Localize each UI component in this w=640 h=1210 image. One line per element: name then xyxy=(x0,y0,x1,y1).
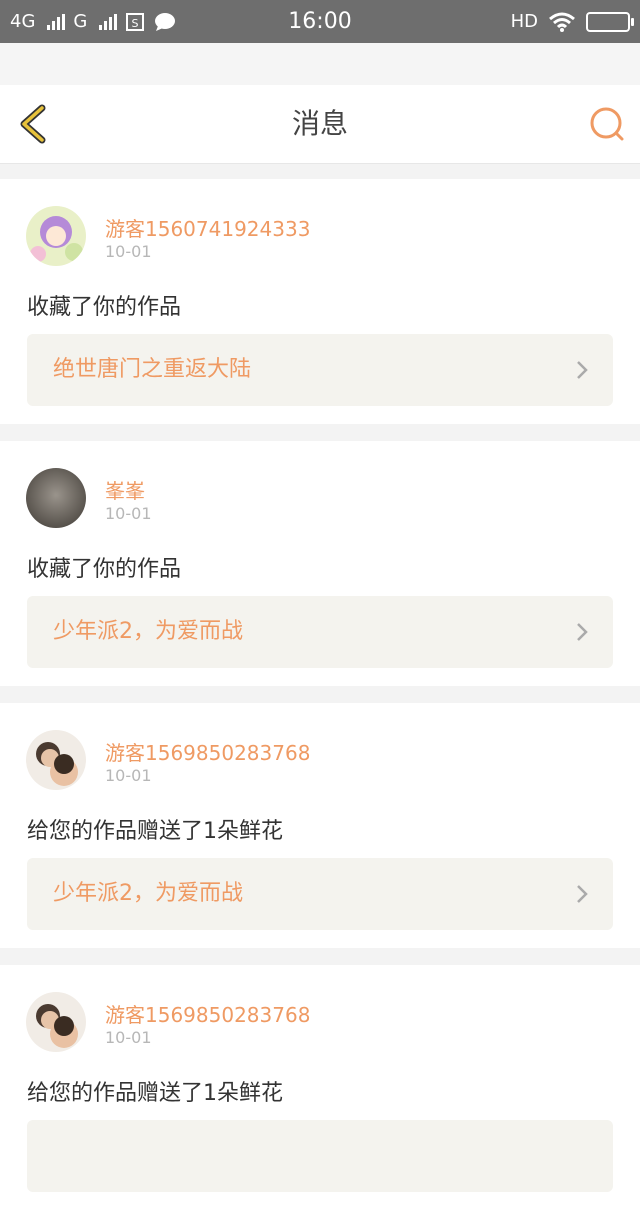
action-text: 给您的作品赠送了1朵鲜花 xyxy=(27,819,283,844)
status-bar: 4G G S 16:00 HD xyxy=(0,0,640,43)
message-date: 10-01 xyxy=(105,766,152,785)
search-icon[interactable] xyxy=(588,105,626,143)
action-text: 给您的作品赠送了1朵鲜花 xyxy=(27,1081,283,1106)
message-card: 游客1569850283768 10-01 给您的作品赠送了1朵鲜花 少年派2，… xyxy=(0,703,640,948)
work-link[interactable] xyxy=(27,1120,613,1192)
user-name[interactable]: 游客1560741924333 xyxy=(105,213,310,242)
message-date: 10-01 xyxy=(105,242,152,261)
hd-label: HD xyxy=(510,11,538,32)
user-name[interactable]: 游客1569850283768 xyxy=(105,737,310,766)
nav-bar: 消息 xyxy=(0,85,640,164)
chevron-right-icon xyxy=(577,623,588,641)
top-spacer xyxy=(0,43,640,85)
action-text: 收藏了你的作品 xyxy=(27,295,182,320)
message-card: 峯峯 10-01 收藏了你的作品 少年派2，为爱而战 xyxy=(0,441,640,686)
chevron-right-icon xyxy=(577,885,588,903)
user-name[interactable]: 峯峯 xyxy=(105,475,145,504)
work-link[interactable]: 少年派2，为爱而战 xyxy=(27,596,613,668)
work-title: 少年派2，为爱而战 xyxy=(53,881,243,906)
status-right: HD xyxy=(510,0,634,43)
avatar[interactable] xyxy=(26,730,86,790)
avatar[interactable] xyxy=(26,468,86,528)
work-link[interactable]: 少年派2，为爱而战 xyxy=(27,858,613,930)
page-title: 消息 xyxy=(291,107,348,140)
chevron-right-icon xyxy=(577,361,588,379)
message-date: 10-01 xyxy=(105,504,152,523)
work-link[interactable]: 绝世唐门之重返大陆 xyxy=(27,334,613,406)
avatar[interactable] xyxy=(26,992,86,1052)
work-title: 少年派2，为爱而战 xyxy=(53,619,243,644)
avatar[interactable] xyxy=(26,206,86,266)
user-name[interactable]: 游客1569850283768 xyxy=(105,999,310,1028)
wifi-icon xyxy=(549,12,575,32)
action-text: 收藏了你的作品 xyxy=(27,557,182,582)
battery-icon xyxy=(586,11,634,32)
message-date: 10-01 xyxy=(105,1028,152,1047)
work-title: 绝世唐门之重返大陆 xyxy=(53,357,252,382)
message-card: 游客1560741924333 10-01 收藏了你的作品 绝世唐门之重返大陆 xyxy=(0,179,640,424)
message-card: 游客1569850283768 10-01 给您的作品赠送了1朵鲜花 xyxy=(0,965,640,1210)
